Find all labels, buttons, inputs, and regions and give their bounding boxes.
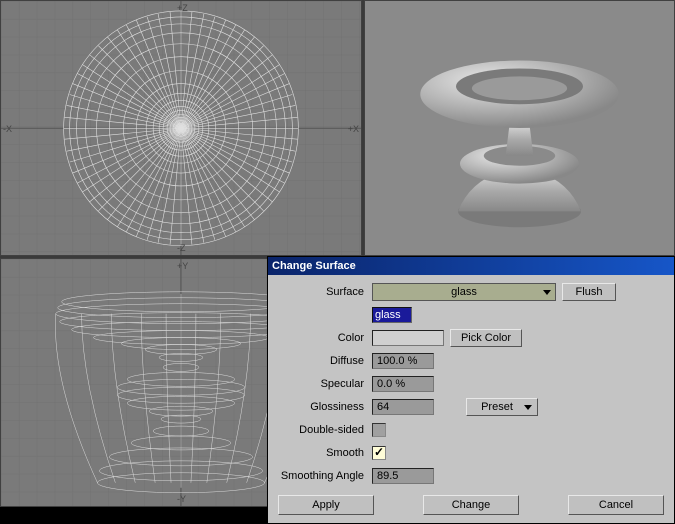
check-icon: ✓ (374, 445, 384, 459)
glossiness-label: Glossiness (276, 401, 372, 413)
axis-label-x-neg: -X (3, 124, 12, 134)
axis-label-y-pos: +Y (177, 261, 188, 271)
surface-dropdown[interactable]: glass (372, 283, 556, 301)
surface-label: Surface (276, 286, 372, 298)
diffuse-input[interactable]: 100.0 % (372, 353, 434, 369)
axis-label-z-pos: +Z (177, 3, 188, 13)
specular-input[interactable]: 0.0 % (372, 376, 434, 392)
smoothing-angle-input[interactable]: 89.5 (372, 468, 434, 484)
surface-name-input[interactable]: glass (372, 307, 412, 323)
dialog-titlebar[interactable]: Change Surface (268, 257, 674, 275)
cancel-button[interactable]: Cancel (568, 495, 664, 515)
viewport-perspective[interactable] (364, 0, 675, 256)
viewport-top-content (1, 1, 361, 256)
glossiness-input[interactable]: 64 (372, 399, 434, 415)
doublesided-label: Double-sided (276, 424, 372, 436)
surface-dropdown-value: glass (451, 286, 477, 298)
specular-label: Specular (276, 378, 372, 390)
axis-label-y-neg: -Y (177, 494, 186, 504)
viewport-top[interactable]: +Z -Z -X +X (0, 0, 362, 256)
rendered-object (365, 1, 674, 255)
color-label: Color (276, 332, 372, 344)
axis-label-x-pos: +X (348, 124, 359, 134)
diffuse-label: Diffuse (276, 355, 372, 367)
doublesided-checkbox[interactable] (372, 423, 386, 437)
apply-button[interactable]: Apply (278, 495, 374, 515)
change-surface-dialog: Change Surface Surface glass Flush glass (267, 256, 675, 524)
chevron-down-icon (543, 290, 551, 295)
change-button[interactable]: Change (423, 495, 519, 515)
dialog-title: Change Surface (272, 260, 356, 272)
smoothingangle-label: Smoothing Angle (276, 470, 372, 482)
preset-button[interactable]: Preset (466, 398, 538, 416)
chevron-down-icon (524, 405, 532, 410)
color-swatch[interactable] (372, 330, 444, 346)
smooth-label: Smooth (276, 447, 372, 459)
axis-label-z-neg: -Z (177, 243, 186, 253)
pick-color-button[interactable]: Pick Color (450, 329, 522, 347)
flush-button[interactable]: Flush (562, 283, 616, 301)
smooth-checkbox[interactable]: ✓ (372, 446, 386, 460)
